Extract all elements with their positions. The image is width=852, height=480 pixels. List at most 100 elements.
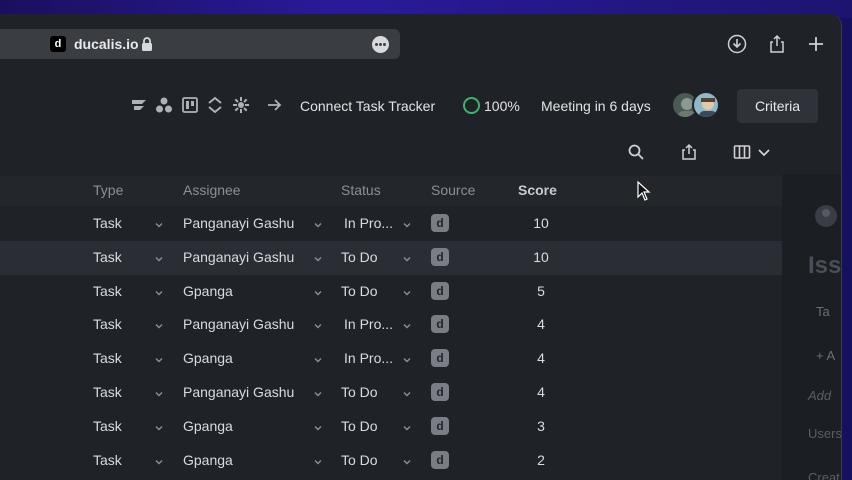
chevron-down-icon[interactable] bbox=[313, 251, 323, 262]
status-cell[interactable]: To Do bbox=[341, 384, 378, 400]
score-cell: 2 bbox=[537, 451, 545, 468]
source-badge: d bbox=[431, 383, 449, 401]
avatar bbox=[815, 205, 837, 227]
stack-icon[interactable] bbox=[130, 96, 148, 114]
status-cell[interactable]: To Do bbox=[341, 452, 378, 468]
chevron-down-icon[interactable] bbox=[154, 285, 164, 296]
chevron-down-icon[interactable] bbox=[402, 217, 412, 228]
search-icon[interactable] bbox=[627, 143, 645, 161]
app-header: Connect Task Tracker 100% Meeting in 6 d… bbox=[0, 76, 841, 138]
table-header: Type Assignee Status Source Score bbox=[0, 176, 782, 206]
chevron-down-icon[interactable] bbox=[154, 251, 164, 262]
assignee-cell[interactable]: Gpanga bbox=[183, 283, 233, 299]
table-row[interactable]: Task Gpanga To Do d 5 bbox=[0, 275, 782, 309]
source-badge: d bbox=[431, 349, 449, 368]
score-cell: 4 bbox=[537, 384, 545, 400]
column-header-type[interactable]: Type bbox=[93, 182, 123, 198]
more-options-icon[interactable] bbox=[372, 36, 389, 53]
assignee-cell[interactable]: Gpanga bbox=[183, 418, 233, 434]
type-cell[interactable]: Task bbox=[93, 249, 122, 265]
export-icon[interactable] bbox=[680, 143, 698, 161]
mouse-cursor-icon bbox=[637, 181, 651, 201]
type-cell[interactable]: Task bbox=[93, 384, 122, 400]
created-label: Creat bbox=[808, 470, 840, 480]
favicon: d bbox=[50, 36, 66, 52]
table-row[interactable]: Task Gpanga In Pro... d 4 bbox=[0, 342, 782, 376]
column-header-source[interactable]: Source bbox=[431, 182, 475, 198]
chevron-down-icon[interactable] bbox=[402, 318, 412, 329]
column-header-assignee[interactable]: Assignee bbox=[183, 182, 241, 198]
table-row[interactable]: Task Panganayi Gashu To Do d 4 bbox=[0, 376, 782, 410]
assignee-cell[interactable]: Panganayi Gashu bbox=[183, 316, 294, 332]
address-bar[interactable]: d ducalis.io bbox=[0, 29, 400, 59]
chevron-down-icon[interactable] bbox=[313, 352, 323, 363]
source-badge: d bbox=[431, 247, 449, 266]
chevron-down-icon[interactable] bbox=[154, 454, 164, 465]
columns-icon[interactable] bbox=[733, 143, 751, 161]
criteria-button[interactable]: Criteria bbox=[737, 89, 818, 123]
chevron-down-icon[interactable] bbox=[154, 386, 164, 397]
table-row[interactable]: Task Panganayi Gashu In Pro... d 4 bbox=[0, 308, 782, 342]
chevron-down-icon[interactable] bbox=[313, 217, 323, 228]
chevron-down-icon[interactable] bbox=[402, 454, 412, 465]
type-cell[interactable]: Task bbox=[93, 418, 122, 434]
users-label: Users bbox=[808, 426, 842, 441]
sort-icon[interactable] bbox=[206, 96, 224, 114]
share-icon[interactable] bbox=[767, 34, 787, 54]
type-cell[interactable]: Task bbox=[93, 452, 122, 468]
chevron-down-icon[interactable] bbox=[757, 143, 771, 161]
source-badge: d bbox=[431, 450, 449, 469]
chevron-down-icon[interactable] bbox=[154, 420, 164, 431]
type-cell[interactable]: Task bbox=[93, 350, 122, 366]
chevron-down-icon[interactable] bbox=[313, 454, 323, 465]
download-icon[interactable] bbox=[727, 34, 747, 54]
new-tab-icon[interactable] bbox=[806, 34, 826, 54]
assignee-cell[interactable]: Gpanga bbox=[183, 350, 233, 366]
column-header-score[interactable]: Score bbox=[518, 182, 557, 198]
status-cell[interactable]: To Do bbox=[341, 418, 378, 434]
status-cell[interactable]: In Pro... bbox=[344, 316, 393, 332]
board-icon[interactable] bbox=[181, 96, 199, 114]
assignee-cell[interactable]: Gpanga bbox=[183, 452, 233, 468]
add-field-placeholder[interactable]: Add bbox=[808, 388, 831, 403]
connect-task-tracker-link[interactable]: Connect Task Tracker bbox=[300, 98, 435, 114]
chevron-down-icon[interactable] bbox=[313, 386, 323, 397]
plus-icon: + bbox=[816, 348, 827, 363]
chevron-down-icon[interactable] bbox=[402, 386, 412, 397]
avatar[interactable] bbox=[692, 91, 720, 119]
assignee-cell[interactable]: Panganayi Gashu bbox=[183, 249, 294, 265]
type-cell[interactable]: Task bbox=[93, 215, 122, 231]
source-badge: d bbox=[431, 281, 449, 300]
assignee-cell[interactable]: Panganayi Gashu bbox=[183, 215, 294, 231]
table-row[interactable]: Task Panganayi Gashu To Do d 10 bbox=[0, 240, 782, 275]
status-cell[interactable]: To Do bbox=[341, 249, 378, 265]
status-cell[interactable]: In Pro... bbox=[344, 350, 393, 366]
table-row[interactable]: Task Gpanga To Do d 2 bbox=[0, 444, 782, 478]
status-cell[interactable]: To Do bbox=[341, 283, 378, 299]
column-header-status[interactable]: Status bbox=[341, 182, 381, 198]
type-cell[interactable]: Task bbox=[93, 316, 122, 332]
chevron-down-icon[interactable] bbox=[154, 352, 164, 363]
chevron-down-icon[interactable] bbox=[313, 285, 323, 296]
settings-icon[interactable] bbox=[232, 96, 250, 114]
table-row[interactable]: Task Panganayi Gashu In Pro... d 10 bbox=[0, 207, 782, 241]
assignee-cell[interactable]: Panganayi Gashu bbox=[183, 384, 294, 400]
chevron-down-icon[interactable] bbox=[402, 420, 412, 431]
table-row[interactable]: Task Gpanga To Do d 3 bbox=[0, 410, 782, 444]
chevron-down-icon[interactable] bbox=[402, 352, 412, 363]
score-cell: 10 bbox=[533, 215, 549, 231]
chevron-down-icon[interactable] bbox=[154, 318, 164, 329]
chevron-down-icon[interactable] bbox=[313, 318, 323, 329]
group-icon[interactable] bbox=[155, 96, 173, 114]
issue-tag[interactable]: Ta bbox=[816, 304, 830, 319]
lock-icon bbox=[142, 37, 152, 51]
add-button[interactable]: + A bbox=[816, 348, 835, 363]
type-cell[interactable]: Task bbox=[93, 283, 122, 299]
browser-window: d ducalis.io Connect Task Tracker 100% M… bbox=[0, 14, 842, 480]
chevron-down-icon[interactable] bbox=[402, 285, 412, 296]
status-cell[interactable]: In Pro... bbox=[344, 215, 393, 231]
chevron-down-icon[interactable] bbox=[313, 420, 323, 431]
meeting-status[interactable]: Meeting in 6 days bbox=[541, 98, 651, 114]
chevron-down-icon[interactable] bbox=[154, 217, 164, 228]
chevron-down-icon[interactable] bbox=[402, 251, 412, 262]
